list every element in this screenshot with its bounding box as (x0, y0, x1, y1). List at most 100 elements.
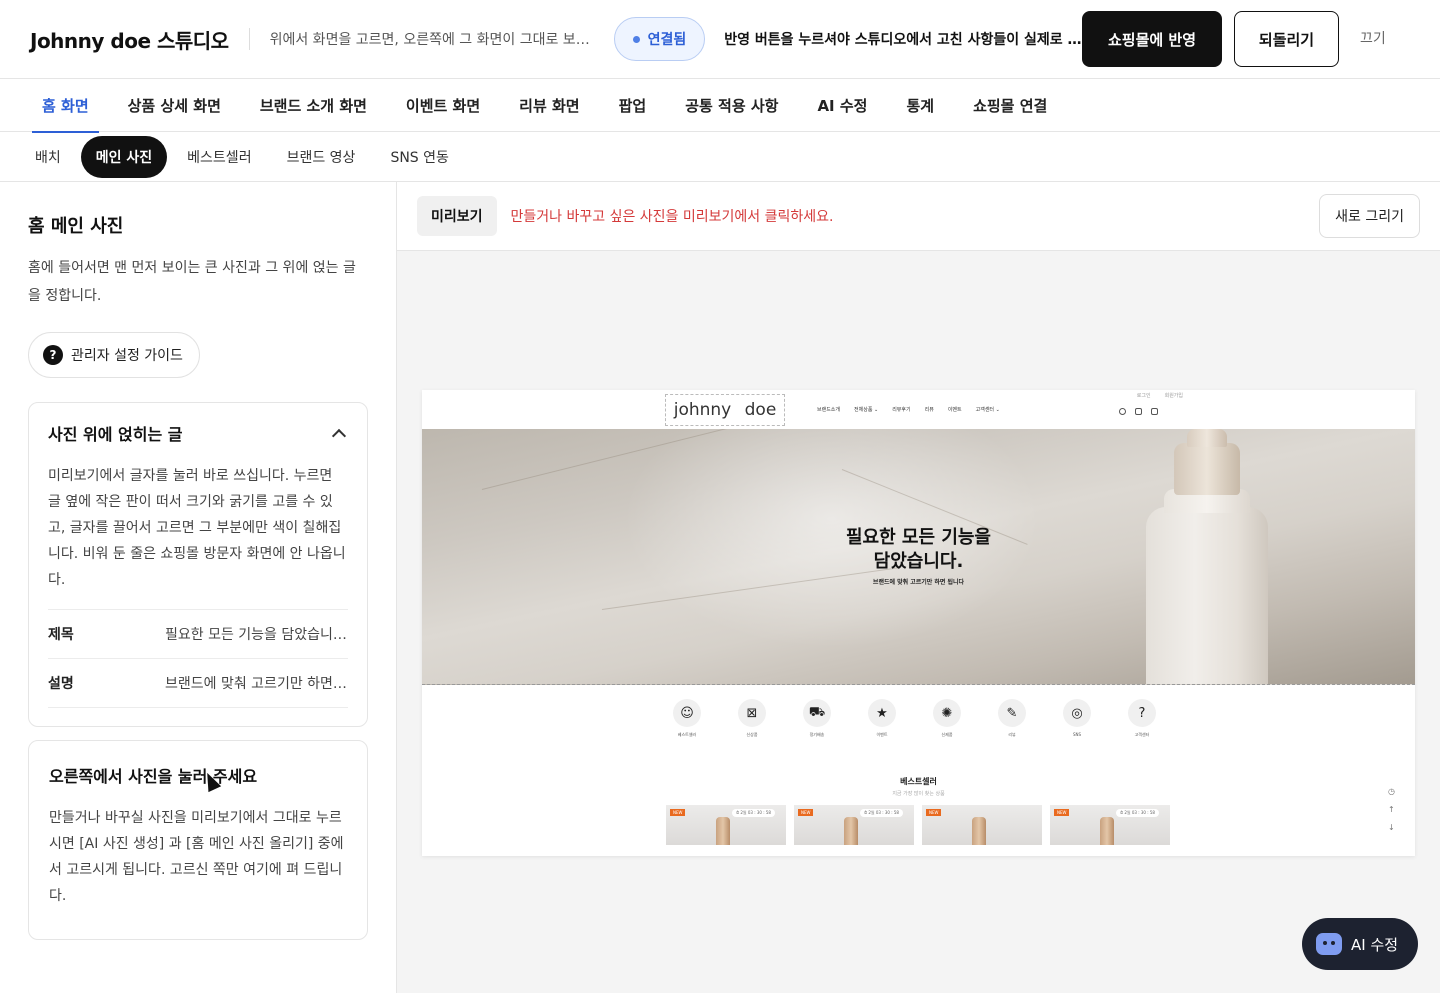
tab-event[interactable]: 이벤트 화면 (396, 79, 490, 132)
publish-notice: 반영 버튼을 누르셔야 스튜디오에서 고친 사항들이 실제로 쇼핑몰에 반영됩니… (724, 32, 1084, 48)
admin-guide-button[interactable]: ? 관리자 설정 가이드 (28, 332, 200, 378)
revert-button[interactable]: 되돌리기 (1234, 11, 1339, 67)
photo-select-card-title: 오른쪽에서 사진을 눌러 주세요 (49, 767, 258, 786)
arrow-up-icon[interactable]: ↑ (1388, 805, 1395, 814)
product-image (844, 817, 858, 845)
close-studio-button[interactable]: 끄기 (1360, 28, 1386, 48)
site-menu-item[interactable]: 전체상품 ⌄ (854, 406, 878, 413)
category-label: 신상품 (746, 732, 758, 737)
arrow-down-icon[interactable]: ↓ (1388, 823, 1395, 832)
cart-icon[interactable] (1151, 408, 1158, 415)
instagram-icon: ◎ (1063, 699, 1091, 727)
timer-badge: ⏱ 2일 03 : 30 : 58 (1116, 809, 1159, 817)
site-utility-icons (1119, 408, 1158, 415)
site-logo[interactable]: johnny doe (665, 393, 785, 426)
hero-title[interactable]: 필요한 모든 기능을 담았습니다. (422, 526, 1415, 574)
product-card[interactable]: NEW ⏱ 2일 03 : 30 : 58 (1050, 805, 1170, 845)
bestseller-subtitle: 지금 가장 많이 찾는 상품 (892, 791, 945, 797)
site-menu: 브랜드소개 전체상품 ⌄ 리뷰후기 리뷰 이벤트 고객센터 ⌄ (817, 406, 1000, 413)
site-top-links: 로그인 회원가입 (1137, 392, 1183, 399)
subtab-sns[interactable]: SNS 연동 (375, 136, 463, 178)
panel-title: 홈 메인 사진 (28, 216, 124, 237)
admin-guide-label: 관리자 설정 가이드 (71, 348, 183, 364)
product-bottle-dropper (1187, 429, 1227, 447)
main-tab-bar: 홈 화면 상품 상세 화면 브랜드 소개 화면 이벤트 화면 리뷰 화면 팝업 … (0, 79, 1440, 133)
site-preview[interactable]: 로그인 회원가입 johnny doe 브랜드소개 전체상품 ⌄ 리뷰후기 리뷰… (422, 390, 1415, 856)
category-new-product[interactable]: ✺ 신제품 (928, 699, 966, 738)
badge-icon: ☺ (673, 699, 701, 727)
tab-mall-connect[interactable]: 쇼핑몰 연결 (963, 79, 1057, 132)
site-join-link[interactable]: 회원가입 (1165, 392, 1183, 399)
new-badge: NEW (1054, 809, 1070, 816)
site-menu-item[interactable]: 이벤트 (948, 406, 962, 413)
user-icon[interactable] (1135, 408, 1142, 415)
panel-description: 홈에 들어서면 맨 먼저 보이는 큰 사진과 그 위에 얹는 글을 정합니다. (28, 260, 356, 304)
field-title[interactable]: 제목 필요한 모든 기능을 담았습니다. (48, 609, 348, 658)
field-title-value: 필요한 모든 기능을 담았습니다. (165, 627, 348, 643)
shopping-bag-icon: ⊠ (738, 699, 766, 727)
site-nav: 로그인 회원가입 johnny doe 브랜드소개 전체상품 ⌄ 리뷰후기 리뷰… (422, 390, 1415, 429)
header-description: 위에서 화면을 고르면, 오른쪽에 그 화면이 그대로 보입니다 (269, 32, 592, 48)
status-dot-icon (632, 35, 640, 43)
tab-brand-intro[interactable]: 브랜드 소개 화면 (250, 79, 377, 132)
category-label: SNS (1072, 732, 1082, 737)
bestseller-title: 베스트셀러 (900, 777, 937, 786)
tab-product-detail[interactable]: 상품 상세 화면 (118, 79, 231, 132)
category-support[interactable]: ? 고객센터 (1123, 699, 1161, 738)
product-card[interactable]: NEW ⏱ 2일 03 : 30 : 58 (794, 805, 914, 845)
site-menu-item[interactable]: 고객센터 ⌄ (976, 406, 1000, 413)
timer-badge: ⏱ 2일 03 : 30 : 58 (860, 809, 903, 817)
hero-main-photo[interactable]: 필요한 모든 기능을 담았습니다. 브랜드에 맞춰 고르기만 하면 됩니다 (422, 429, 1415, 685)
sub-tab-bar: 배치 메인 사진 베스트셀러 브랜드 영상 SNS 연동 (0, 132, 1440, 182)
overlay-text-fields: 제목 필요한 모든 기능을 담았습니다. 설명 브랜드에 맞춰 고르기만 하면 … (48, 609, 348, 708)
connection-status-label: 연결됨 (647, 32, 687, 48)
category-delivery[interactable]: ⛟ 정기배송 (798, 699, 836, 738)
overlay-text-card-body: 미리보기에서 글자를 눌러 바로 쓰십니다. 누르면 글 옆에 작은 판이 떠서… (48, 468, 346, 588)
history-icon[interactable]: ◷ (1388, 787, 1395, 796)
category-review[interactable]: ✎ 리뷰 (993, 699, 1031, 738)
search-icon[interactable] (1119, 408, 1126, 415)
category-event[interactable]: ★ 이벤트 (863, 699, 901, 738)
new-badge: NEW (926, 809, 942, 816)
new-badge: NEW (798, 809, 814, 816)
subtab-layout[interactable]: 배치 (20, 136, 76, 178)
site-menu-item[interactable]: 리뷰후기 (892, 406, 910, 413)
tab-common[interactable]: 공통 적용 사항 (675, 79, 788, 132)
publish-button[interactable]: 쇼핑몰에 반영 (1082, 11, 1222, 67)
site-menu-item[interactable]: 브랜드소개 (817, 406, 840, 413)
help-icon: ? (43, 345, 63, 365)
subtab-bestseller[interactable]: 베스트셀러 (172, 136, 266, 178)
field-description[interactable]: 설명 브랜드에 맞춰 고르기만 하면 됩니다 (48, 658, 348, 707)
product-card[interactable]: NEW ⏱ 2일 03 : 30 : 58 (666, 805, 786, 845)
field-title-key: 제목 (48, 627, 74, 643)
hero-subtitle[interactable]: 브랜드에 맞춰 고르기만 하면 됩니다 (422, 577, 1415, 586)
tab-review[interactable]: 리뷰 화면 (509, 79, 589, 132)
category-new[interactable]: ⊠ 신상품 (733, 699, 771, 738)
site-menu-item[interactable]: 리뷰 (925, 406, 934, 413)
app-header: Johnny doe 스튜디오 위에서 화면을 고르면, 오른쪽에 그 화면이 … (0, 0, 1440, 79)
photo-select-card-body: 만들거나 바꾸실 사진을 미리보기에서 그대로 누르시면 [AI 사진 생성] … (49, 810, 344, 904)
category-bestseller[interactable]: ☺ 베스트셀러 (668, 699, 706, 738)
hero-text: 필요한 모든 기능을 담았습니다. 브랜드에 맞춰 고르기만 하면 됩니다 (422, 526, 1415, 586)
product-card[interactable]: NEW (922, 805, 1042, 845)
redraw-button[interactable]: 새로 그리기 (1319, 194, 1420, 238)
category-label: 정기배송 (809, 732, 825, 737)
star-box-icon: ★ (868, 699, 896, 727)
tab-popup[interactable]: 팝업 (609, 79, 657, 132)
tab-ai-edit[interactable]: AI 수정 (807, 79, 877, 132)
bestseller-section: 베스트셀러 지금 가장 많이 찾는 상품 (422, 776, 1415, 797)
overlay-text-card-header[interactable]: 사진 위에 얹히는 글 (48, 421, 348, 445)
preview-instruction: 만들거나 바꾸고 싶은 사진을 미리보기에서 클릭하세요. (510, 209, 834, 225)
subtab-main-photo[interactable]: 메인 사진 (80, 135, 168, 178)
tab-home[interactable]: 홈 화면 (32, 79, 99, 133)
tab-statistics[interactable]: 통계 (896, 79, 944, 132)
subtab-brand-video[interactable]: 브랜드 영상 (272, 136, 371, 178)
site-login-link[interactable]: 로그인 (1137, 392, 1151, 399)
category-sns[interactable]: ◎ SNS (1058, 699, 1096, 738)
workspace: 홈 메인 사진 홈에 들어서면 맨 먼저 보이는 큰 사진과 그 위에 얹는 글… (0, 182, 1440, 993)
chevron-up-icon[interactable] (331, 428, 347, 444)
site-side-buttons: ◷ ↑ ↓ (1388, 787, 1395, 832)
ai-edit-fab[interactable]: AI 수정 (1302, 918, 1418, 970)
question-icon: ? (1128, 699, 1156, 727)
robot-icon (1316, 933, 1342, 955)
